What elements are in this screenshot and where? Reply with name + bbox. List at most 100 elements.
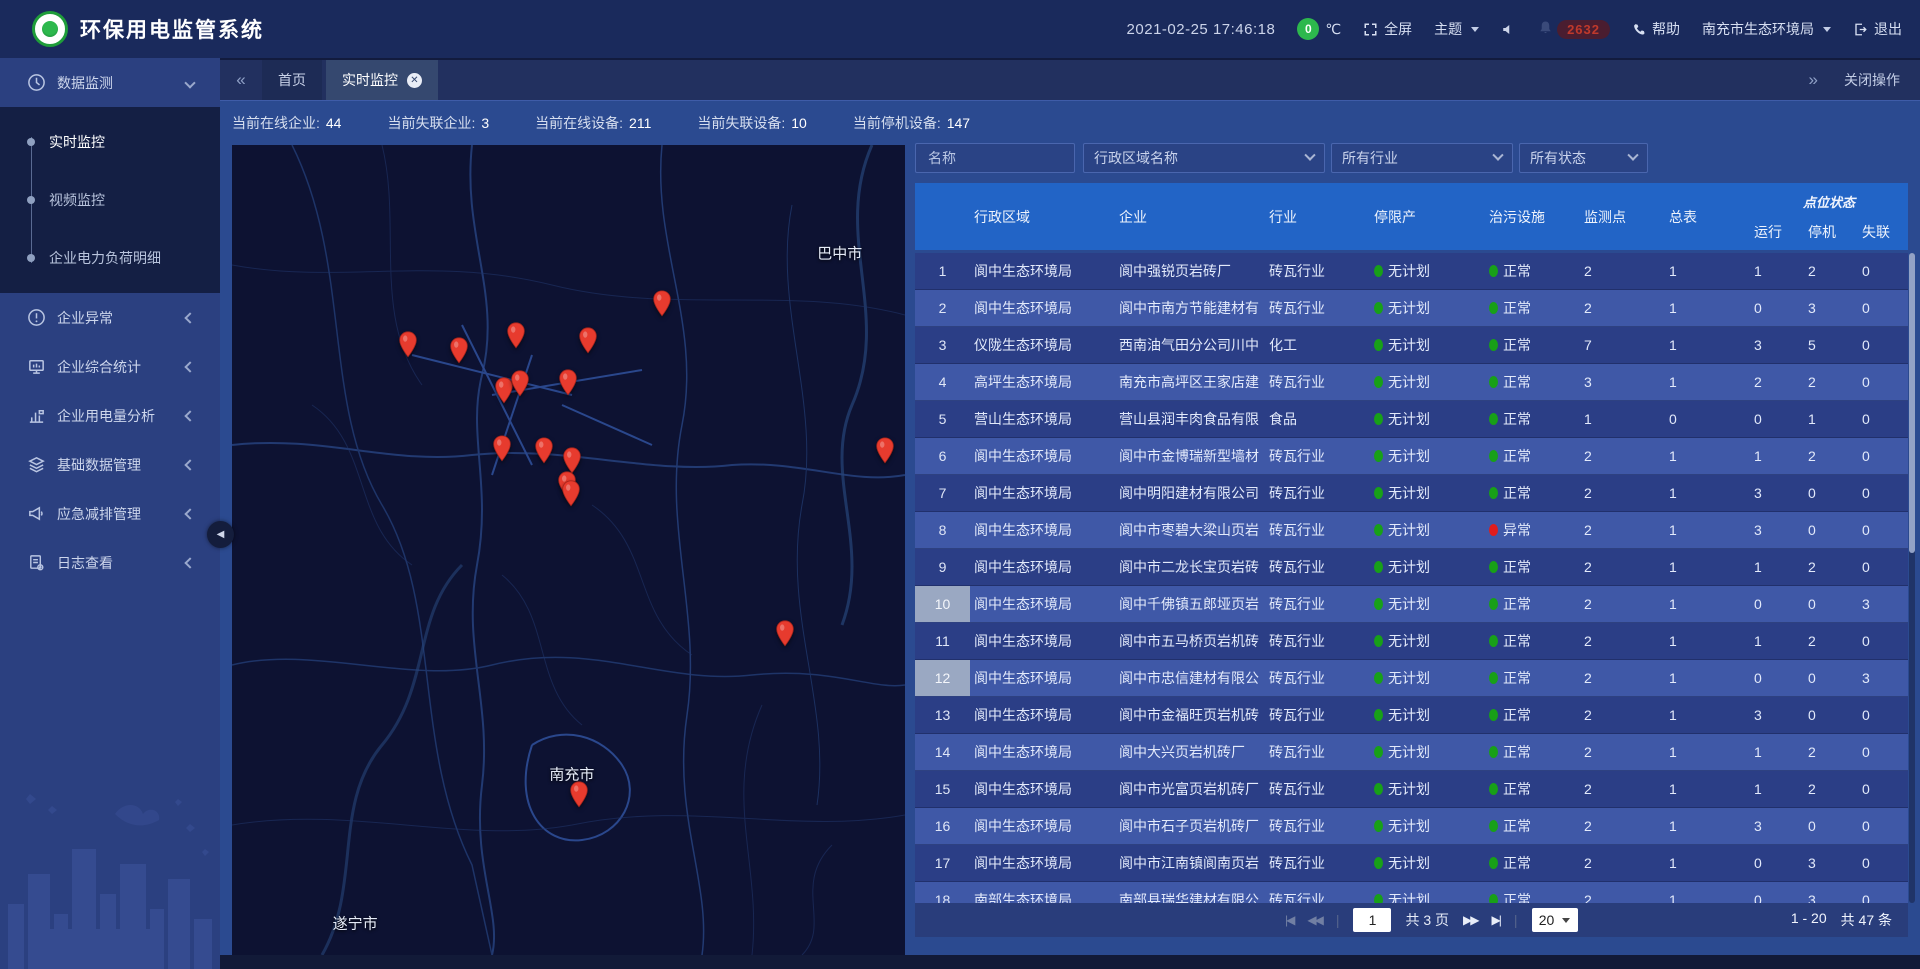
row-facility-cell: 正常 [1485,882,1580,903]
app-title: 环保用电监管系统 [80,14,264,44]
stop-status-label: 无计划 [1388,261,1430,281]
first-page-button[interactable]: |◀ [1285,913,1293,927]
table-scrollbar[interactable] [1909,253,1915,903]
row-halt-cell: 2 [1804,253,1858,289]
map-pin-4[interactable] [653,290,672,317]
row-run-cell: 1 [1750,734,1804,770]
stop-status-label: 无计划 [1388,409,1430,429]
last-page-button[interactable]: ▶| [1492,913,1500,927]
page-number-input[interactable] [1353,908,1391,932]
sidebar-item-base-data[interactable]: 基础数据管理 [0,440,220,489]
map-pin-2[interactable] [507,322,526,349]
map-pin-13[interactable] [875,437,894,464]
cityscape-decoration [0,754,220,969]
row-region-cell: 阆中生态环境局 [970,290,1115,326]
map-pin-9[interactable] [535,437,554,464]
sidebar-nav: 数据监测实时监控视频监控企业电力负荷明细企业异常企业综合统计企业用电量分析基础数… [0,58,220,587]
tabs-scroll-right-button[interactable]: » [1809,70,1818,90]
table-row[interactable]: 13阆中生态环境局阆中市金福旺页岩机砖砖瓦行业无计划正常21300 [915,697,1908,734]
map-pin-0[interactable] [399,331,418,358]
page-size-select[interactable]: 20 [1532,908,1578,932]
stat-label: 当前在线设备: [535,115,623,131]
help-button[interactable]: 帮助 [1632,19,1680,39]
row-halt-cell: 2 [1804,771,1858,807]
next-page-button[interactable]: ▶▶ [1463,913,1477,927]
map-panel[interactable]: 巴中市南充市遂宁市 [232,145,905,955]
facility-status-label: 异常 [1503,520,1531,540]
map-pin-14[interactable] [776,620,795,647]
table-row[interactable]: 15阆中生态环境局阆中市光富页岩机砖厂砖瓦行业无计划正常21120 [915,771,1908,808]
sidebar-collapse-toggle[interactable]: ◀ [207,521,234,548]
table-row[interactable]: 6阆中生态环境局阆中市金博瑞新型墙材砖瓦行业无计划正常21120 [915,438,1908,475]
name-filter-input[interactable] [926,149,1064,167]
sidebar-item-enterprise-abnormal[interactable]: 企业异常 [0,293,220,342]
status-filter-select[interactable]: 所有状态 [1519,143,1648,173]
sidebar-subitem-0[interactable]: 实时监控 [0,113,220,171]
megaphone-icon [27,504,47,524]
region-filter-select[interactable]: 行政区域名称 [1083,143,1325,173]
tabs-scroll-left-button[interactable]: « [220,60,262,100]
logout-button[interactable]: 退出 [1853,19,1902,39]
tab-close-icon[interactable]: ✕ [407,73,422,88]
sidebar-item-emergency[interactable]: 应急减排管理 [0,489,220,538]
prev-page-button[interactable]: ◀◀ [1307,913,1321,927]
table-row[interactable]: 10阆中生态环境局阆中千佛镇五郎垭页岩砖瓦行业无计划正常21003 [915,586,1908,623]
close-operations-button[interactable]: 关闭操作 [1844,70,1900,90]
table-row[interactable]: 3仪陇生态环境局西南油气田分公司川中化工无计划正常71350 [915,327,1908,364]
tab-首页[interactable]: 首页 [262,60,322,100]
row-company-cell: 南部县瑞华建材有限公 [1115,882,1265,903]
map-pin-1[interactable] [449,337,468,364]
table-row[interactable]: 8阆中生态环境局阆中市枣碧大梁山页岩砖瓦行业无计划异常21300 [915,512,1908,549]
row-facility-cell: 异常 [1485,512,1580,548]
sidebar-item-data-monitor[interactable]: 数据监测 [0,58,220,107]
table-row[interactable]: 5营山生态环境局营山县润丰肉食品有限食品无计划正常10010 [915,401,1908,438]
sidebar-subitem-2[interactable]: 企业电力负荷明细 [0,229,220,287]
status-dot-green-icon [1489,339,1498,351]
map-pin-3[interactable] [579,327,598,354]
table-row[interactable]: 14阆中生态环境局阆中大兴页岩机砖厂砖瓦行业无计划正常21120 [915,734,1908,771]
table-row[interactable]: 17阆中生态环境局阆中市江南镇阆南页岩砖瓦行业无计划正常21030 [915,845,1908,882]
table-row[interactable]: 7阆中生态环境局阆中明阳建材有限公司砖瓦行业无计划正常21300 [915,475,1908,512]
table-row[interactable]: 9阆中生态环境局阆中市二龙长宝页岩砖砖瓦行业无计划正常21120 [915,549,1908,586]
table-row[interactable]: 16阆中生态环境局阆中市石子页岩机砖厂砖瓦行业无计划正常21300 [915,808,1908,845]
theme-dropdown[interactable]: 主题 [1434,19,1479,39]
sidebar-item-power-analysis[interactable]: 企业用电量分析 [0,391,220,440]
row-meter-cell: 1 [1665,438,1750,474]
row-company-cell: 阆中市石子页岩机砖厂 [1115,808,1265,844]
map-pin-8[interactable] [492,435,511,462]
app-logo-icon [32,11,68,47]
bar-chart-icon [27,406,47,426]
row-region-cell: 阆中生态环境局 [970,734,1115,770]
notification-button[interactable]: 2632 [1538,20,1610,39]
org-dropdown[interactable]: 南充市生态环境局 [1702,19,1831,39]
sidebar-item-logs[interactable]: 日志查看 [0,538,220,587]
top-header: 环保用电监管系统 2021-02-25 17:46:18 0 ℃ 全屏 主题 2… [0,0,1920,58]
map-pin-6[interactable] [511,370,530,397]
chevron-left-icon [184,312,195,323]
table-row[interactable]: 4高坪生态环境局南充市高坪区王家店建砖瓦行业无计划正常31220 [915,364,1908,401]
map-pin-12[interactable] [562,480,581,507]
map-pin-7[interactable] [558,369,577,396]
table-row[interactable]: 12阆中生态环境局阆中市忠信建材有限公砖瓦行业无计划正常21003 [915,660,1908,697]
table-row[interactable]: 1阆中生态环境局阆中强锐页岩砖厂砖瓦行业无计划正常21120 [915,253,1908,290]
sidebar-item-enterprise-stats[interactable]: 企业综合统计 [0,342,220,391]
map-pin-15[interactable] [570,781,589,808]
map-pin-10[interactable] [562,447,581,474]
tab-实时监控[interactable]: 实时监控✕ [326,60,438,100]
row-facility-cell: 正常 [1485,327,1580,363]
row-stop-cell: 无计划 [1370,771,1485,807]
table-row[interactable]: 18南部生态环境局南部县瑞华建材有限公砖瓦行业无计划正常21030 [915,882,1908,903]
status-dot-green-icon [1374,524,1383,536]
scrollbar-thumb[interactable] [1909,253,1915,553]
table-row[interactable]: 2阆中生态环境局阆中市南方节能建材有砖瓦行业无计划正常21030 [915,290,1908,327]
table-row[interactable]: 11阆中生态环境局阆中市五马桥页岩机砖砖瓦行业无计划正常21120 [915,623,1908,660]
industry-filter-select[interactable]: 所有行业 [1331,143,1513,173]
stop-status-label: 无计划 [1388,335,1430,355]
sidebar-subitem-1[interactable]: 视频监控 [0,171,220,229]
row-industry-cell: 砖瓦行业 [1265,882,1370,903]
fullscreen-button[interactable]: 全屏 [1363,19,1412,39]
row-points-cell: 2 [1580,808,1665,844]
volume-button[interactable] [1501,22,1516,37]
row-stop-cell: 无计划 [1370,512,1485,548]
phone-icon [1632,22,1646,36]
